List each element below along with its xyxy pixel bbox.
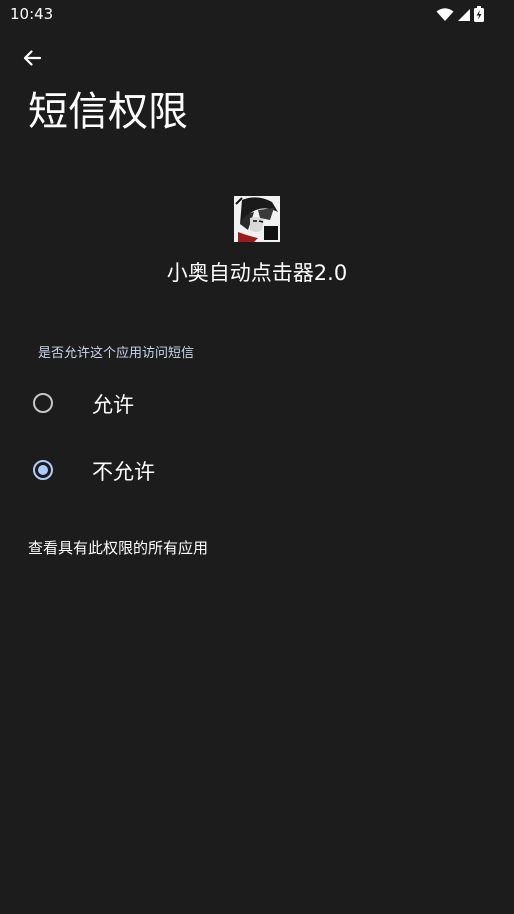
app-name: 小奥自动点击器2.0 bbox=[166, 261, 348, 285]
radio-option-deny[interactable]: 不允许 bbox=[0, 442, 514, 502]
radio-option-allow[interactable]: 允许 bbox=[0, 375, 514, 435]
cellular-signal-icon bbox=[457, 7, 471, 26]
radio-unchecked-icon[interactable] bbox=[33, 393, 53, 413]
radio-label-allow: 允许 bbox=[92, 393, 134, 417]
app-icon bbox=[234, 196, 280, 242]
arrow-back-icon bbox=[22, 48, 42, 72]
back-button[interactable] bbox=[16, 44, 48, 76]
status-time: 10:43 bbox=[10, 5, 54, 23]
page-title: 短信权限 bbox=[28, 89, 188, 135]
radio-checked-icon[interactable] bbox=[33, 460, 53, 480]
view-all-apps-link[interactable]: 查看具有此权限的所有应用 bbox=[28, 537, 208, 559]
status-bar: 10:43 bbox=[0, 0, 514, 28]
status-icons bbox=[436, 6, 484, 26]
wifi-icon bbox=[436, 7, 454, 26]
radio-label-deny: 不允许 bbox=[92, 460, 155, 484]
battery-charging-icon bbox=[474, 6, 484, 26]
permission-question-label: 是否允许这个应用访问短信 bbox=[38, 346, 195, 361]
